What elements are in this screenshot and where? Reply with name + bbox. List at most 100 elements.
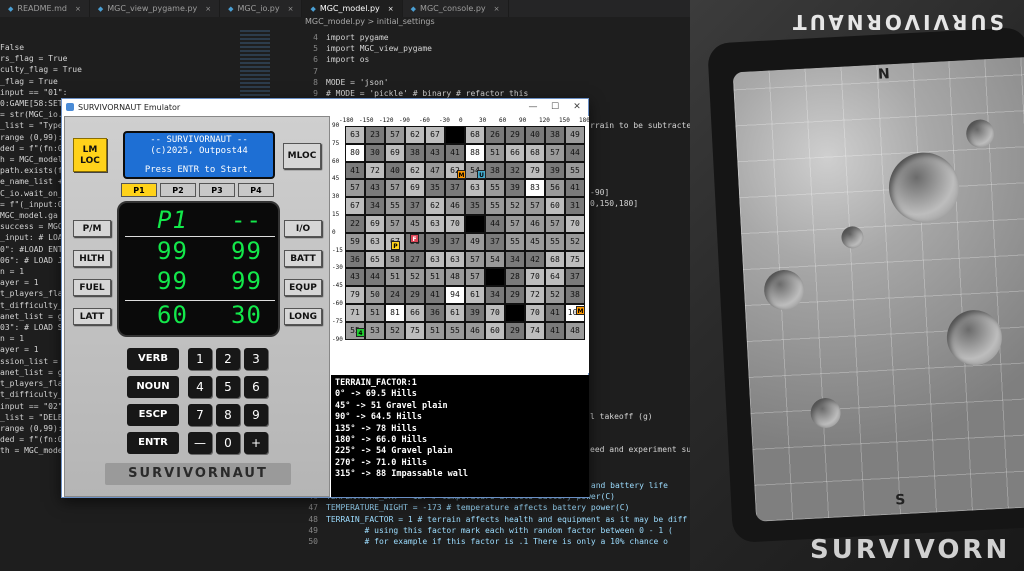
map-cell[interactable]: 55 [545, 232, 565, 251]
map-cell[interactable]: 47 [425, 161, 445, 180]
map-cell[interactable]: 41 [545, 321, 565, 340]
key-9[interactable]: 9 [244, 404, 268, 426]
map-cell[interactable]: 30 [365, 143, 385, 162]
map-cell[interactable]: 94 [445, 286, 465, 304]
map-cell[interactable]: 61 [445, 303, 465, 322]
map-cell[interactable]: 39 [545, 161, 565, 180]
map-cell[interactable]: 28 [505, 268, 525, 287]
key-7[interactable]: 7 [188, 404, 212, 426]
map-cell[interactable]: 18 [485, 268, 505, 287]
map-cell[interactable]: 35 [425, 179, 445, 198]
emulator-window[interactable]: SURVIVORNAUT Emulator — ☐ ✕ LM LOC MLOC … [61, 98, 590, 498]
key-3[interactable]: 3 [244, 348, 268, 370]
map-cell[interactable]: 38 [405, 143, 425, 162]
map-cell[interactable]: 75 [565, 250, 585, 269]
map-cell[interactable]: 40 [525, 126, 545, 144]
map-cell[interactable]: 52 [545, 286, 565, 304]
map-cell[interactable]: 64 [545, 268, 565, 287]
editor-tab[interactable]: ◆ README.md × [0, 0, 90, 17]
map-cell[interactable]: 41 [445, 143, 465, 162]
map-cell[interactable]: 58 [385, 250, 405, 269]
map-cell[interactable]: 46 [525, 214, 545, 233]
map-cell[interactable]: 72 [365, 161, 385, 180]
map-cell[interactable]: 68 [525, 143, 545, 162]
verb-key[interactable]: VERB [127, 348, 179, 370]
terrain-map[interactable]: 63 23 57 62 67 18 68 26 29 40 38 49 80 30 69 38 43 41 88 51… [331, 116, 590, 373]
map-cell[interactable]: 36 [345, 250, 365, 269]
close-tab-icon[interactable]: × [75, 5, 81, 13]
map-cell[interactable]: 65 [365, 250, 385, 269]
map-cell[interactable]: 37 [485, 232, 505, 251]
map-cell[interactable]: 29 [505, 321, 525, 340]
map-cell[interactable]: 57 [525, 197, 545, 215]
key-2[interactable]: 2 [216, 348, 240, 370]
map-cell[interactable]: 68 [545, 250, 565, 269]
map-cell[interactable]: 41 [425, 286, 445, 304]
map-cell[interactable]: 41 [565, 179, 585, 198]
map-cell[interactable]: 57 [385, 126, 405, 144]
map-cell[interactable]: 51 [365, 303, 385, 322]
title-bar[interactable]: SURVIVORNAUT Emulator — ☐ ✕ [62, 99, 588, 115]
map-cell[interactable]: 70 [485, 303, 505, 322]
map-cell[interactable]: 63 [425, 250, 445, 269]
map-cell[interactable]: 63 [445, 250, 465, 269]
map-cell[interactable]: 74 [525, 321, 545, 340]
map-cell[interactable]: 46 [445, 197, 465, 215]
key-0[interactable]: 0 [216, 432, 240, 454]
map-cell[interactable]: 79 [525, 161, 545, 180]
map-cell[interactable]: 70 [525, 303, 545, 322]
key-4[interactable]: 4 [188, 376, 212, 398]
map-cell[interactable]: 24 [385, 286, 405, 304]
escp-key[interactable]: ESCP [127, 404, 179, 426]
map-cell[interactable]: 23 [365, 126, 385, 144]
map-cell[interactable]: 57 [385, 214, 405, 233]
map-cell[interactable]: 55 [485, 179, 505, 198]
map-cell[interactable]: 60 [485, 321, 505, 340]
map-cell[interactable]: 35 [465, 197, 485, 215]
map-cell[interactable]: 39 [505, 179, 525, 198]
map-cell[interactable]: 29 [505, 286, 525, 304]
map-cell[interactable]: 49 [565, 126, 585, 144]
map-cell[interactable]: 57 [545, 143, 565, 162]
map-cell[interactable]: 63 [425, 214, 445, 233]
map-cell[interactable]: 41 [545, 303, 565, 322]
map-cell[interactable]: 53 [365, 321, 385, 340]
pm-button[interactable]: P/M [73, 220, 111, 237]
map-cell[interactable]: 55 [385, 197, 405, 215]
map-cell[interactable]: 61 [465, 286, 485, 304]
editor-tab[interactable]: ◆ MGC_io.py × [220, 0, 303, 17]
map-cell[interactable]: 51 [385, 268, 405, 287]
map-cell[interactable]: 57 [465, 268, 485, 287]
map-cell[interactable]: 48 [445, 268, 465, 287]
map-cell[interactable]: 49 [465, 232, 485, 251]
batt-button[interactable]: BATT [284, 250, 322, 267]
map-cell[interactable]: 57 [545, 214, 565, 233]
map-cell[interactable]: 63 [345, 126, 365, 144]
map-cell[interactable]: 38 [545, 126, 565, 144]
map-cell[interactable]: 41 [345, 161, 365, 180]
map-cell[interactable]: 27 [405, 250, 425, 269]
map-cell[interactable]: 34 [505, 250, 525, 269]
map-cell[interactable]: 44 [485, 214, 505, 233]
map-cell[interactable]: 18 [445, 126, 465, 144]
fuel-button[interactable]: FUEL [73, 279, 111, 296]
noun-key[interactable]: NOUN [127, 376, 179, 398]
hlth-button[interactable]: HLTH [73, 250, 111, 267]
key-plus[interactable]: + [244, 432, 268, 454]
map-cell[interactable]: 62 [405, 161, 425, 180]
map-cell[interactable]: 45 [405, 214, 425, 233]
map-cell[interactable]: 62 [405, 126, 425, 144]
map-cell[interactable]: 69 [385, 143, 405, 162]
map-cell[interactable]: 50 [365, 286, 385, 304]
map-cell[interactable]: 57 [505, 214, 525, 233]
entr-key[interactable]: ENTR [127, 432, 179, 454]
map-cell[interactable]: 32 [505, 161, 525, 180]
map-cell[interactable]: 67 [345, 197, 365, 215]
map-cell[interactable]: 55 [445, 321, 465, 340]
tab-p1[interactable]: P1 [121, 183, 157, 197]
map-cell[interactable]: 39 [465, 303, 485, 322]
close-tab-icon[interactable]: × [205, 5, 211, 13]
map-cell[interactable]: 54 [485, 250, 505, 269]
lm-loc-button[interactable]: LM LOC [73, 138, 107, 172]
map-cell[interactable]: 75 [405, 321, 425, 340]
